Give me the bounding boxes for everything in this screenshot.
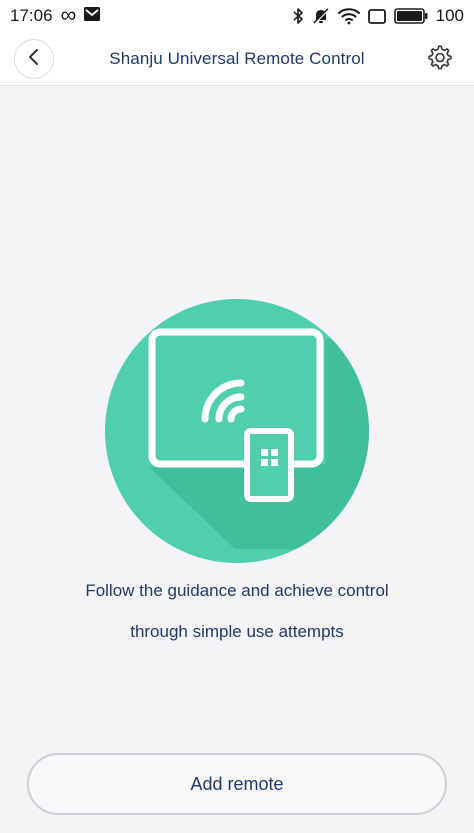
header: Shanju Universal Remote Control [0, 32, 474, 86]
settings-button[interactable] [424, 44, 454, 74]
infinity-icon: ∞ [60, 2, 77, 27]
chevron-left-icon [27, 48, 41, 71]
mail-icon [84, 6, 101, 26]
bluetooth-icon [292, 7, 304, 25]
gear-icon [425, 43, 453, 76]
wifi-icon [337, 7, 360, 25]
page-title: Shanju Universal Remote Control [109, 48, 365, 68]
battery-icon [393, 8, 428, 24]
screen-icon [367, 8, 386, 24]
status-left: 17:06 ∞ [10, 2, 101, 27]
status-right: 100 [292, 6, 464, 26]
battery-level: 100 [435, 6, 464, 25]
main-content: Follow the guidance and achieve control … [0, 87, 474, 833]
description-line-1: Follow the guidance and achieve control [85, 581, 389, 600]
back-button[interactable] [14, 39, 54, 79]
add-remote-label: Add remote [190, 773, 284, 794]
description-line-2: through simple use attempts [130, 622, 344, 641]
tv-remote-icon [105, 299, 369, 563]
mute-icon [312, 7, 330, 25]
status-time: 17:06 [10, 6, 53, 25]
add-remote-button[interactable]: Add remote [27, 753, 447, 815]
status-bar: 17:06 ∞ 100 [0, 0, 474, 32]
